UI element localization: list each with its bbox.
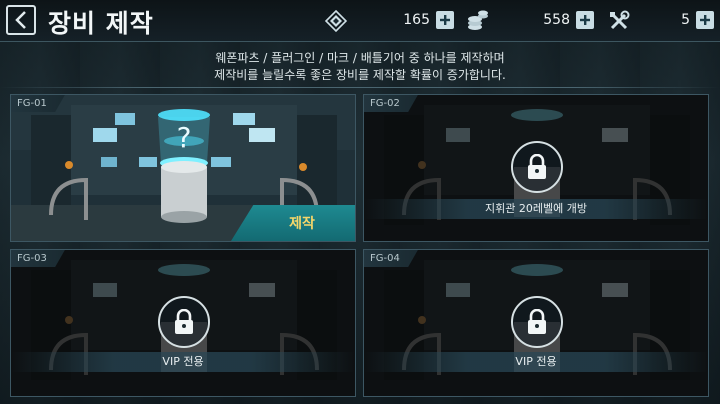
resource-chip: 165 <box>380 9 454 31</box>
description: 웨폰파츠 / 플러그인 / 마크 / 배틀기어 중 하나를 제작하며 제작비를 … <box>0 50 720 84</box>
description-line-1: 웨폰파츠 / 플러그인 / 마크 / 배틀기어 중 하나를 제작하며 <box>215 51 505 65</box>
chevron-left-icon <box>15 11 26 29</box>
resource-coin: 558 <box>520 9 594 31</box>
lock-icon <box>528 309 546 334</box>
back-button[interactable] <box>6 5 36 35</box>
plus-icon <box>440 15 450 25</box>
lock-badge <box>511 296 563 348</box>
add-coin-button[interactable] <box>576 11 594 29</box>
coin-stack-icon <box>466 9 490 33</box>
resource-tools: 5 <box>665 9 714 31</box>
craft-slot-fg02: FG-02 지휘관 20레벨에 개방 <box>363 94 709 242</box>
lock-condition-label: 지휘관 20레벨에 개방 <box>364 199 708 219</box>
divider <box>0 87 720 88</box>
top-bar: 장비 제작 165 558 5 <box>0 0 720 42</box>
lock-badge <box>511 141 563 193</box>
tools-icon <box>608 10 630 32</box>
lock-icon <box>175 309 193 334</box>
craft-slot-fg04: FG-04 VIP 전용 <box>363 249 709 397</box>
plus-icon <box>580 15 590 25</box>
lock-condition-label: VIP 전용 <box>11 352 355 372</box>
craft-slot-fg03: FG-03 VIP 전용 <box>10 249 356 397</box>
lock-badge <box>158 296 210 348</box>
add-tools-button[interactable] <box>696 11 714 29</box>
craft-slot-fg01[interactable]: ? FG-01 제작 <box>10 94 356 242</box>
coin-count: 558 <box>543 12 570 28</box>
svg-text:?: ? <box>177 121 192 154</box>
tools-count: 5 <box>681 12 690 28</box>
description-line-2: 제작비를 늘릴수록 좋은 장비를 제작할 확률이 증가합니다. <box>214 68 506 82</box>
diamond-chip-icon <box>324 9 348 33</box>
add-chip-button[interactable] <box>436 11 454 29</box>
lock-condition-label: VIP 전용 <box>364 352 708 372</box>
page-title: 장비 제작 <box>48 9 154 38</box>
chip-count: 165 <box>403 12 430 28</box>
plus-icon <box>700 15 710 25</box>
lock-icon <box>528 154 546 179</box>
